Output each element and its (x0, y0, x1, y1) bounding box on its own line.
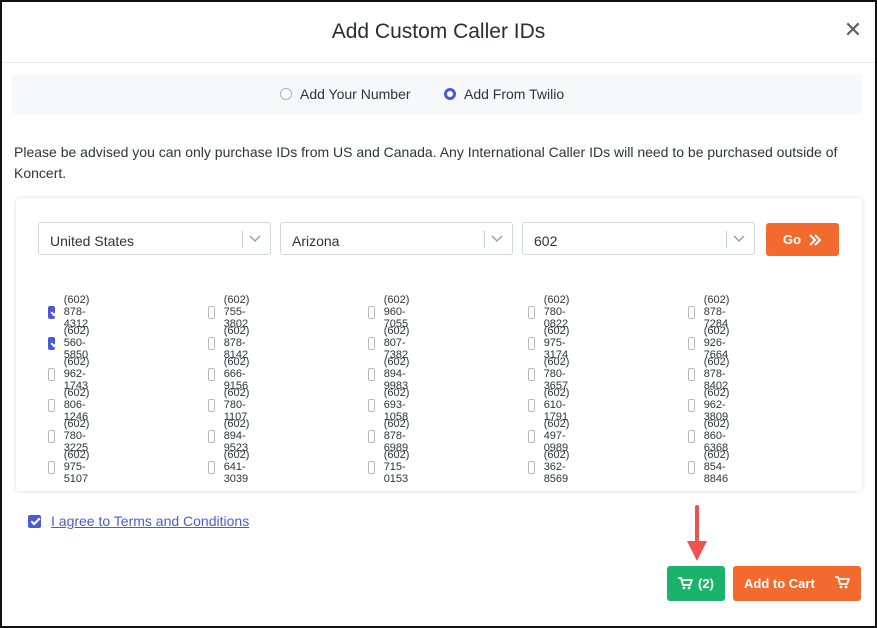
add-to-cart-button[interactable]: Add to Cart (733, 566, 861, 601)
phone-number-checkbox[interactable] (528, 398, 535, 412)
phone-number-checkbox[interactable] (688, 460, 695, 474)
radio-unselected-icon[interactable] (280, 88, 292, 100)
radio-selected-icon[interactable] (444, 88, 456, 100)
phone-number-checkbox[interactable] (208, 398, 215, 412)
phone-number-checkbox[interactable] (368, 398, 375, 412)
notice-text: Please be advised you can only purchase … (14, 144, 838, 181)
chevron-down-icon[interactable] (490, 231, 504, 245)
phone-number-checkbox[interactable] (528, 367, 535, 381)
phone-number-checkbox[interactable] (528, 336, 535, 350)
go-button-label: Go (782, 232, 802, 247)
cart-icon (835, 576, 850, 589)
phone-number-checkbox[interactable] (368, 305, 375, 319)
terms-link[interactable]: I agree to Terms and Conditions (51, 513, 249, 529)
double-chevron-right-icon (809, 233, 822, 246)
phone-number-checkbox[interactable] (368, 429, 375, 443)
phone-number-checkbox[interactable] (48, 398, 55, 412)
terms-row: I agree to Terms and Conditions (28, 513, 249, 529)
phone-number-checkbox[interactable] (368, 336, 375, 350)
radio-add-your-number[interactable]: Add Your Number (280, 86, 411, 102)
phone-number-checkbox[interactable] (48, 367, 55, 381)
state-value: Arizona (292, 233, 340, 249)
phone-number-option[interactable]: (602) 854-8846 (688, 449, 736, 485)
phone-number-label: (602) 715-0153 (383, 449, 410, 485)
phone-number-checkbox[interactable] (208, 460, 215, 474)
phone-number-label: (602) 854-8846 (703, 449, 730, 485)
phone-number-checkbox[interactable] (48, 336, 55, 350)
phone-number-checkbox[interactable] (688, 336, 695, 350)
phone-number-label: (602) 975-5107 (63, 449, 90, 485)
phone-number-checkbox[interactable] (688, 305, 695, 319)
number-search-card: United States Arizona 602 Go (602) 878-4… (16, 198, 862, 491)
phone-number-checkbox[interactable] (368, 367, 375, 381)
phone-number-checkbox[interactable] (528, 429, 535, 443)
phone-number-option[interactable]: (602) 715-0153 (368, 449, 416, 485)
mode-selector: Add Your Number Add From Twilio (12, 74, 862, 114)
radio-label: Add Your Number (300, 86, 411, 102)
phone-number-checkbox[interactable] (528, 460, 535, 474)
radio-label: Add From Twilio (464, 86, 565, 102)
phone-number-checkbox[interactable] (208, 367, 215, 381)
phone-number-option[interactable]: (602) 975-5107 (48, 449, 96, 485)
phone-number-checkbox[interactable] (688, 398, 695, 412)
phone-number-checkbox[interactable] (208, 305, 215, 319)
country-select[interactable]: United States (38, 222, 271, 255)
phone-number-checkbox[interactable] (688, 367, 695, 381)
phone-number-option[interactable]: (602) 362-8569 (528, 449, 576, 485)
dialog-title: Add Custom Caller IDs (331, 20, 546, 43)
close-icon[interactable]: ✕ (843, 19, 863, 41)
country-value: United States (50, 233, 135, 249)
phone-number-option[interactable]: (602) 641-3039 (208, 449, 256, 485)
chevron-down-icon[interactable] (248, 231, 262, 245)
dialog-header: Add Custom Caller IDs ✕ (2, 2, 875, 63)
phone-number-label: (602) 641-3039 (223, 449, 250, 485)
select-separator (726, 231, 727, 248)
phone-number-checkbox[interactable] (368, 460, 375, 474)
annotation-arrow-icon (687, 505, 707, 561)
cart-icon (678, 577, 694, 590)
phone-number-checkbox[interactable] (48, 460, 55, 474)
radio-add-from-twilio[interactable]: Add From Twilio (444, 86, 564, 102)
add-to-cart-label: Add to Cart (744, 576, 815, 591)
go-button[interactable]: Go (766, 223, 839, 256)
area-code-select[interactable]: 602 (522, 222, 755, 255)
phone-number-label: (602) 362-8569 (543, 449, 570, 485)
chevron-down-icon[interactable] (732, 231, 746, 245)
dialog: Add Custom Caller IDs ✕ Add Your Number … (0, 0, 877, 628)
select-separator (484, 231, 485, 248)
select-separator (242, 231, 243, 248)
phone-number-checkbox[interactable] (688, 429, 695, 443)
phone-number-checkbox[interactable] (48, 429, 55, 443)
cart-count: (2) (698, 576, 714, 591)
area-code-value: 602 (534, 233, 558, 249)
cart-button[interactable]: (2) (667, 566, 725, 601)
terms-checkbox[interactable] (28, 514, 41, 528)
state-select[interactable]: Arizona (280, 222, 513, 255)
phone-number-checkbox[interactable] (48, 305, 55, 319)
phone-number-checkbox[interactable] (528, 305, 535, 319)
phone-number-checkbox[interactable] (208, 336, 215, 350)
phone-number-checkbox[interactable] (208, 429, 215, 443)
